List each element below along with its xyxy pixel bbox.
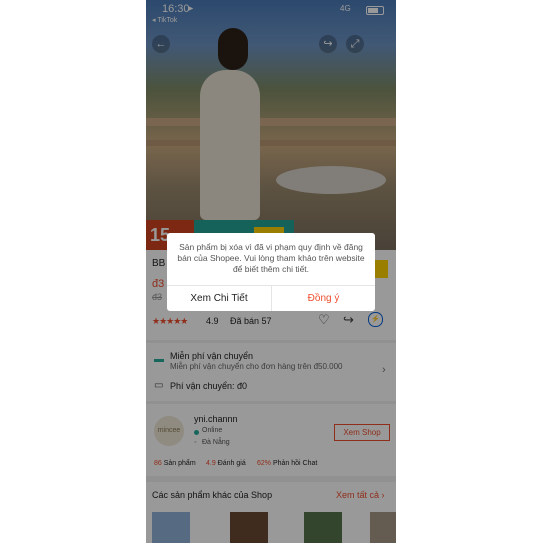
removed-product-dialog: Sản phẩm bị xóa vì đã vi phạm quy định v… bbox=[167, 233, 375, 311]
dialog-message: Sản phẩm bị xóa vì đã vi phạm quy định v… bbox=[177, 242, 365, 274]
view-details-button[interactable]: Xem Chi Tiết bbox=[167, 286, 271, 311]
phone-screen: 16:30 ➤ ◂ TikTok 4G ← ↪ ⤢ 15 6 BB đ3 đ3 … bbox=[146, 0, 396, 543]
agree-button[interactable]: Đồng ý bbox=[272, 286, 375, 311]
